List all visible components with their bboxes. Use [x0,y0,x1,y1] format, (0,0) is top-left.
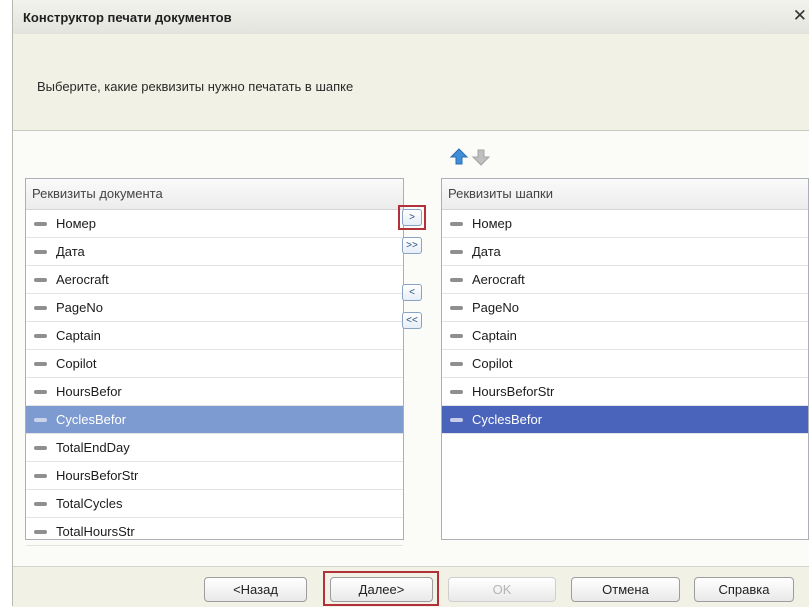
help-button[interactable]: Справка [694,577,794,602]
list-item-label: Aerocraft [56,272,109,287]
arrow-up-icon[interactable] [449,147,469,167]
list-item[interactable]: Номер [26,210,403,238]
list-item-label: Дата [56,244,85,259]
list-item-label: TotalCycles [56,496,123,511]
attribute-icon [450,250,463,254]
list-item-label: CyclesBefor [472,412,543,427]
attribute-icon [34,418,47,422]
list-item[interactable]: PageNo [442,294,808,322]
attribute-icon [450,222,463,226]
add-button-highlight [398,205,426,230]
instruction-area: Выберите, какие реквизиты нужно печатать… [13,34,809,131]
list-item-label: CyclesBefor [56,412,127,427]
list-item-label: Captain [472,328,517,343]
attribute-icon [34,222,47,226]
document-attributes-list[interactable]: Номер Дата Aerocraft PageNo Captain Copilot Ho… [26,210,403,546]
list-item[interactable]: Captain [442,322,808,350]
list-item-label: TotalHoursStr [56,524,135,539]
list-item[interactable]: Дата [26,238,403,266]
list-item-label: HoursBefor [56,384,122,399]
attribute-icon [450,418,463,422]
attribute-icon [34,334,47,338]
ok-button[interactable]: OK [448,577,556,602]
attribute-icon [34,530,47,534]
print-constructor-window: Конструктор печати документов ✕ Выберите… [12,0,809,607]
attribute-icon [450,306,463,310]
list-item-label: Номер [472,216,513,231]
list-item-label: PageNo [56,300,103,315]
instruction-text: Выберите, какие реквизиты нужно печатать… [37,79,354,94]
list-item[interactable]: HoursBeforStr [26,462,403,490]
window-title: Конструктор печати документов [23,10,232,25]
list-item-label: Copilot [56,356,97,371]
list-item[interactable]: TotalHoursStr [26,518,403,546]
attribute-icon [34,250,47,254]
list-item[interactable]: Aerocraft [442,266,808,294]
remove-all-button[interactable]: << [402,312,422,329]
list-item-label: Captain [56,328,101,343]
add-all-button[interactable]: >> [402,237,422,254]
list-item[interactable]: PageNo [26,294,403,322]
attribute-icon [34,306,47,310]
list-item[interactable]: CyclesBefor [26,406,403,434]
list-item[interactable]: Copilot [442,350,808,378]
back-button[interactable]: <Назад [204,577,307,602]
title-bar: Конструктор печати документов ✕ [13,0,809,35]
list-item-label: Copilot [472,356,513,371]
list-item[interactable]: TotalCycles [26,490,403,518]
attribute-icon [450,334,463,338]
attribute-icon [34,446,47,450]
list-item-label: TotalEndDay [56,440,130,455]
attribute-icon [450,362,463,366]
attribute-icon [34,278,47,282]
list-item[interactable]: CyclesBefor [442,406,808,434]
list-item-label: PageNo [472,300,519,315]
header-attributes-list[interactable]: Номер Дата Aerocraft PageNo Captain Copilot Ho… [442,210,808,434]
list-item-label: Дата [472,244,501,259]
next-button-highlight [323,571,439,606]
list-item[interactable]: HoursBeforStr [442,378,808,406]
attribute-icon [450,278,463,282]
list-item[interactable]: Номер [442,210,808,238]
list-item-label: HoursBeforStr [56,468,139,483]
cancel-button[interactable]: Отмена [571,577,680,602]
list-item-label: Aerocraft [472,272,525,287]
header-attributes-panel: Реквизиты шапки Номер Дата Aerocraft PageNo… [441,178,809,540]
list-item-label: HoursBeforStr [472,384,555,399]
list-item[interactable]: Aerocraft [26,266,403,294]
attribute-icon [34,474,47,478]
list-item[interactable]: TotalEndDay [26,434,403,462]
list-item[interactable]: Captain [26,322,403,350]
remove-button[interactable]: < [402,284,422,301]
attribute-icon [34,390,47,394]
list-item[interactable]: Copilot [26,350,403,378]
close-icon[interactable]: ✕ [793,6,807,26]
attribute-icon [34,502,47,506]
list-item[interactable]: Дата [442,238,808,266]
attribute-icon [34,362,47,366]
document-attributes-header: Реквизиты документа [26,179,403,210]
arrow-down-icon[interactable] [471,147,491,167]
header-attributes-header: Реквизиты шапки [442,179,808,210]
list-item[interactable]: HoursBefor [26,378,403,406]
list-item-label: Номер [56,216,97,231]
attribute-icon [450,390,463,394]
document-attributes-panel: Реквизиты документа Номер Дата Aerocraft Pa… [25,178,404,546]
